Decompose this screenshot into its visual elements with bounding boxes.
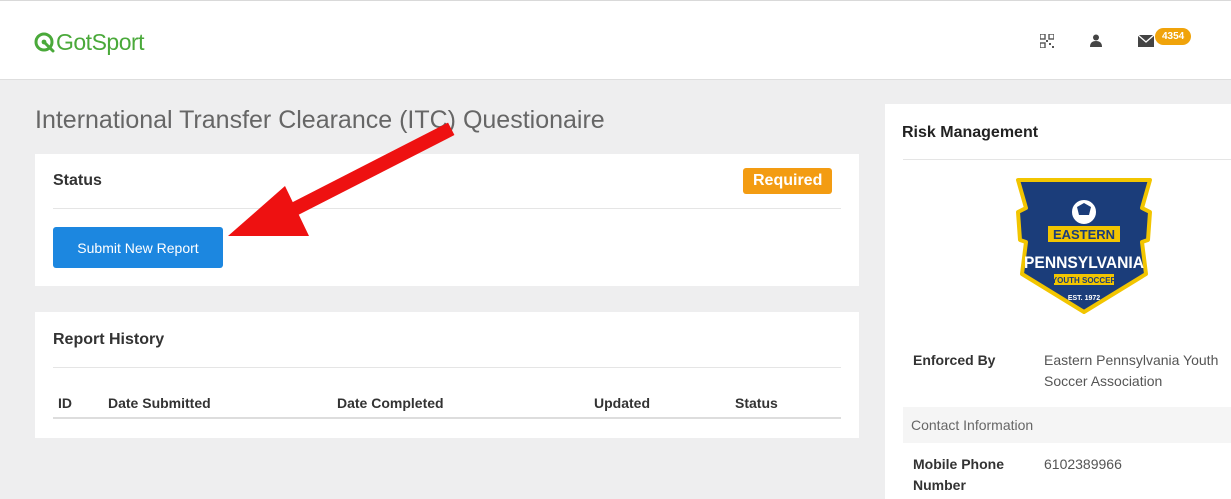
report-history-divider — [53, 367, 841, 368]
status-card: Status Required Submit New Report — [35, 154, 859, 286]
risk-card-divider — [903, 159, 1231, 160]
envelope-icon[interactable] — [1138, 35, 1154, 47]
report-history-card: Report History ID Date Submitted Date Co… — [35, 312, 859, 438]
eastern-pennsylvania-youth-soccer-crest: EASTERN PENNSYLVANIA YOUTH SOCCER EST. 1… — [1016, 178, 1152, 314]
gotsport-logo-icon — [34, 32, 55, 53]
column-header-id[interactable]: ID — [58, 395, 72, 411]
mobile-phone-value: 6102389966 — [1044, 456, 1122, 472]
crest-text-youth-soccer: YOUTH SOCCER — [1052, 276, 1117, 285]
table-header-border — [53, 417, 841, 419]
mobile-phone-label-line2: Number — [913, 477, 966, 493]
mail-count-badge: 4354 — [1155, 28, 1192, 45]
submit-new-report-button[interactable]: Submit New Report — [53, 227, 223, 268]
risk-management-title: Risk Management — [902, 124, 1039, 141]
column-header-updated[interactable]: Updated — [594, 395, 650, 411]
enforced-by-label: Enforced By — [913, 352, 996, 368]
crest-text-pennsylvania: PENNSYLVANIA — [1024, 253, 1144, 272]
gotsport-logo-text: GotSport — [56, 28, 145, 55]
enforced-by-value-line2: Soccer Association — [1044, 373, 1163, 389]
column-header-date-submitted[interactable]: Date Submitted — [108, 395, 211, 411]
status-card-divider — [53, 208, 841, 209]
page-title: International Transfer Clearance (ITC) Q… — [35, 106, 605, 134]
crest-text-eastern: EASTERN — [1053, 227, 1115, 242]
report-history-title: Report History — [53, 331, 165, 348]
top-navbar: GotSport 4354 — [0, 0, 1231, 80]
enforced-by-value-line1: Eastern Pennsylvania Youth — [1044, 352, 1219, 368]
status-badge: Required — [743, 168, 833, 194]
column-header-date-completed[interactable]: Date Completed — [337, 395, 444, 411]
crest-text-est: EST. 1972 — [1068, 295, 1100, 302]
gotsport-logo[interactable]: GotSport — [33, 27, 145, 57]
risk-management-card: Risk Management EASTERN PENNSYLVANIA YOU… — [885, 104, 1231, 499]
contact-information-label: Contact Information — [911, 417, 1034, 433]
mobile-phone-label-line1: Mobile Phone — [913, 456, 1004, 472]
status-card-title: Status — [53, 172, 102, 189]
qr-code-icon[interactable] — [1040, 34, 1054, 48]
user-icon[interactable] — [1090, 34, 1102, 47]
contact-information-header: Contact Information — [903, 407, 1231, 443]
column-header-status[interactable]: Status — [735, 395, 778, 411]
